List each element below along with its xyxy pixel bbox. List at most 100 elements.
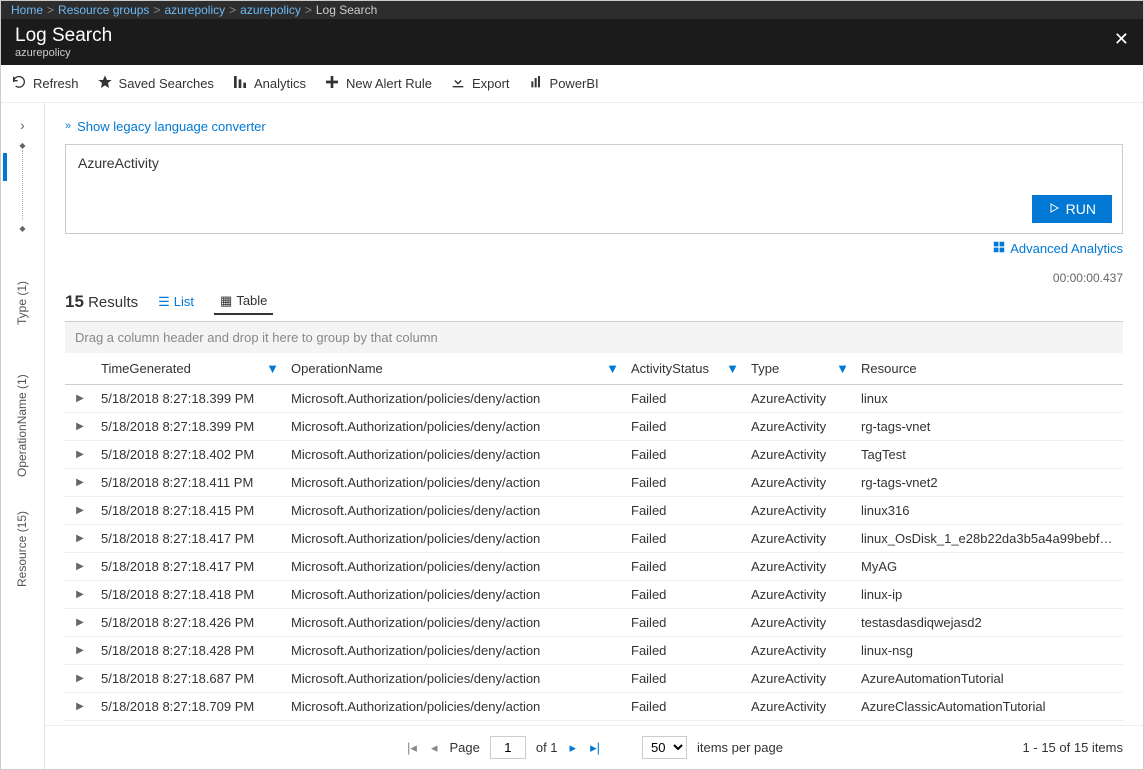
expand-row-icon[interactable]: ▶ (65, 664, 95, 692)
powerbi-button[interactable]: PowerBI (528, 74, 599, 93)
expand-row-icon[interactable]: ▶ (65, 524, 95, 552)
new-alert-label: New Alert Rule (346, 76, 432, 91)
command-bar: Refresh Saved Searches Analytics New Ale… (1, 65, 1143, 103)
page-subtitle: azurepolicy (15, 47, 1129, 59)
cell-operation: Microsoft.Authorization/policies/deny/ac… (285, 412, 625, 440)
new-alert-button[interactable]: New Alert Rule (324, 74, 432, 93)
side-tab-type[interactable]: Type (1) (15, 253, 31, 353)
saved-searches-label: Saved Searches (119, 76, 214, 91)
close-icon[interactable]: ✕ (1114, 29, 1129, 50)
legacy-converter-link[interactable]: » Show legacy language converter (65, 119, 266, 134)
last-page-button[interactable]: ▸| (588, 740, 602, 756)
breadcrumb-link[interactable]: azurepolicy (164, 3, 225, 17)
next-page-button[interactable]: ▸ (568, 740, 579, 756)
breadcrumb-link[interactable]: azurepolicy (240, 3, 301, 17)
table-row[interactable]: ▶ 5/18/2018 8:27:18.402 PM Microsoft.Aut… (65, 440, 1123, 468)
refresh-icon (11, 74, 27, 93)
side-tab-operationname[interactable]: OperationName (1) (15, 361, 31, 491)
cell-time: 5/18/2018 8:27:18.399 PM (95, 412, 285, 440)
view-table-label: Table (236, 293, 267, 308)
table-row[interactable]: ▶ 5/18/2018 8:27:18.709 PM Microsoft.Aut… (65, 692, 1123, 720)
table-row[interactable]: ▶ 5/18/2018 8:27:18.411 PM Microsoft.Aut… (65, 468, 1123, 496)
table-row[interactable]: ▶ 5/18/2018 8:27:18.415 PM Microsoft.Aut… (65, 496, 1123, 524)
side-tab-resource[interactable]: Resource (15) (15, 499, 31, 599)
cell-time: 5/18/2018 8:27:18.417 PM (95, 552, 285, 580)
table-row[interactable]: ▶ 5/18/2018 8:27:18.399 PM Microsoft.Aut… (65, 412, 1123, 440)
export-button[interactable]: Export (450, 74, 510, 93)
cell-resource: rg-tags-vnet (855, 412, 1123, 440)
run-button[interactable]: RUN (1032, 195, 1112, 223)
play-icon (1048, 201, 1060, 217)
pagesize-select[interactable]: 50 (642, 736, 687, 759)
dotted-line (22, 150, 23, 220)
cell-time: 5/18/2018 8:27:18.402 PM (95, 440, 285, 468)
filter-icon[interactable]: ▼ (836, 361, 849, 376)
view-list-button[interactable]: ☰ List (152, 290, 200, 314)
col-resource[interactable]: Resource (855, 353, 1123, 385)
expand-row-icon[interactable]: ▶ (65, 468, 95, 496)
col-operationname[interactable]: OperationName▼ (285, 353, 625, 385)
grid-icon (992, 240, 1006, 257)
expand-row-icon[interactable]: ▶ (65, 552, 95, 580)
analytics-button[interactable]: Analytics (232, 74, 306, 93)
table-row[interactable]: ▶ 5/18/2018 8:27:18.417 PM Microsoft.Aut… (65, 524, 1123, 552)
col-timegenerated[interactable]: TimeGenerated▼ (95, 353, 285, 385)
breadcrumb: Home>Resource groups>azurepolicy>azurepo… (1, 1, 1143, 19)
cell-status: Failed (625, 468, 745, 496)
cell-status: Failed (625, 664, 745, 692)
table-row[interactable]: ▶ 5/18/2018 8:27:18.428 PM Microsoft.Aut… (65, 636, 1123, 664)
view-table-button[interactable]: ▦ Table (214, 289, 273, 315)
results-count: 15 Results (65, 292, 138, 312)
table-row[interactable]: ▶ 5/18/2018 8:27:18.687 PM Microsoft.Aut… (65, 664, 1123, 692)
cell-type: AzureActivity (745, 580, 855, 608)
saved-searches-button[interactable]: Saved Searches (97, 74, 214, 93)
cell-type: AzureActivity (745, 636, 855, 664)
pagesize-label: items per page (697, 740, 783, 755)
group-drop-hint[interactable]: Drag a column header and drop it here to… (65, 322, 1123, 353)
cell-status: Failed (625, 440, 745, 468)
expand-row-icon[interactable]: ▶ (65, 496, 95, 524)
breadcrumb-link[interactable]: Home (11, 3, 43, 17)
refresh-button[interactable]: Refresh (11, 74, 79, 93)
cell-resource: TagTest (855, 440, 1123, 468)
expand-row-icon[interactable]: ▶ (65, 692, 95, 720)
table-row[interactable]: ▶ 5/18/2018 8:27:18.418 PM Microsoft.Aut… (65, 580, 1123, 608)
breadcrumb-link[interactable]: Resource groups (58, 3, 149, 17)
cell-time: 5/18/2018 8:27:18.411 PM (95, 468, 285, 496)
expand-row-icon[interactable]: ▶ (65, 636, 95, 664)
cell-operation: Microsoft.Authorization/policies/deny/ac… (285, 664, 625, 692)
expand-row-icon[interactable]: ▶ (65, 412, 95, 440)
expand-panel-icon[interactable]: › (1, 113, 44, 137)
cell-operation: Microsoft.Authorization/policies/deny/ac… (285, 692, 625, 720)
filter-icon[interactable]: ▼ (606, 361, 619, 376)
cell-resource: rg-tags-vnet2 (855, 468, 1123, 496)
cell-operation: Microsoft.Authorization/policies/deny/ac… (285, 524, 625, 552)
prev-page-button[interactable]: ◂ (429, 740, 440, 756)
cell-type: AzureActivity (745, 664, 855, 692)
cell-type: AzureActivity (745, 468, 855, 496)
blade-header: Log Search azurepolicy ✕ (1, 19, 1143, 65)
star-icon (97, 74, 113, 93)
table-row[interactable]: ▶ 5/18/2018 8:27:18.399 PM Microsoft.Aut… (65, 384, 1123, 412)
expand-row-icon[interactable]: ▶ (65, 580, 95, 608)
expand-row-icon[interactable]: ▶ (65, 384, 95, 412)
cell-resource: linux316 (855, 496, 1123, 524)
filter-icon[interactable]: ▼ (726, 361, 739, 376)
first-page-button[interactable]: |◂ (405, 740, 419, 756)
col-activitystatus[interactable]: ActivityStatus▼ (625, 353, 745, 385)
cell-type: AzureActivity (745, 608, 855, 636)
view-list-label: List (174, 294, 194, 309)
table-row[interactable]: ▶ 5/18/2018 8:27:18.417 PM Microsoft.Aut… (65, 552, 1123, 580)
expand-row-icon[interactable]: ▶ (65, 608, 95, 636)
cell-status: Failed (625, 552, 745, 580)
expand-row-icon[interactable]: ▶ (65, 440, 95, 468)
filter-icon[interactable]: ▼ (266, 361, 279, 376)
advanced-analytics-label: Advanced Analytics (1010, 241, 1123, 256)
table-icon: ▦ (220, 293, 232, 309)
table-row[interactable]: ▶ 5/18/2018 8:27:18.426 PM Microsoft.Aut… (65, 608, 1123, 636)
advanced-analytics-link[interactable]: Advanced Analytics (992, 240, 1123, 257)
page-input[interactable] (490, 736, 526, 759)
query-editor[interactable]: AzureActivity RUN (65, 144, 1123, 234)
list-icon: ☰ (158, 294, 170, 310)
col-type[interactable]: Type▼ (745, 353, 855, 385)
